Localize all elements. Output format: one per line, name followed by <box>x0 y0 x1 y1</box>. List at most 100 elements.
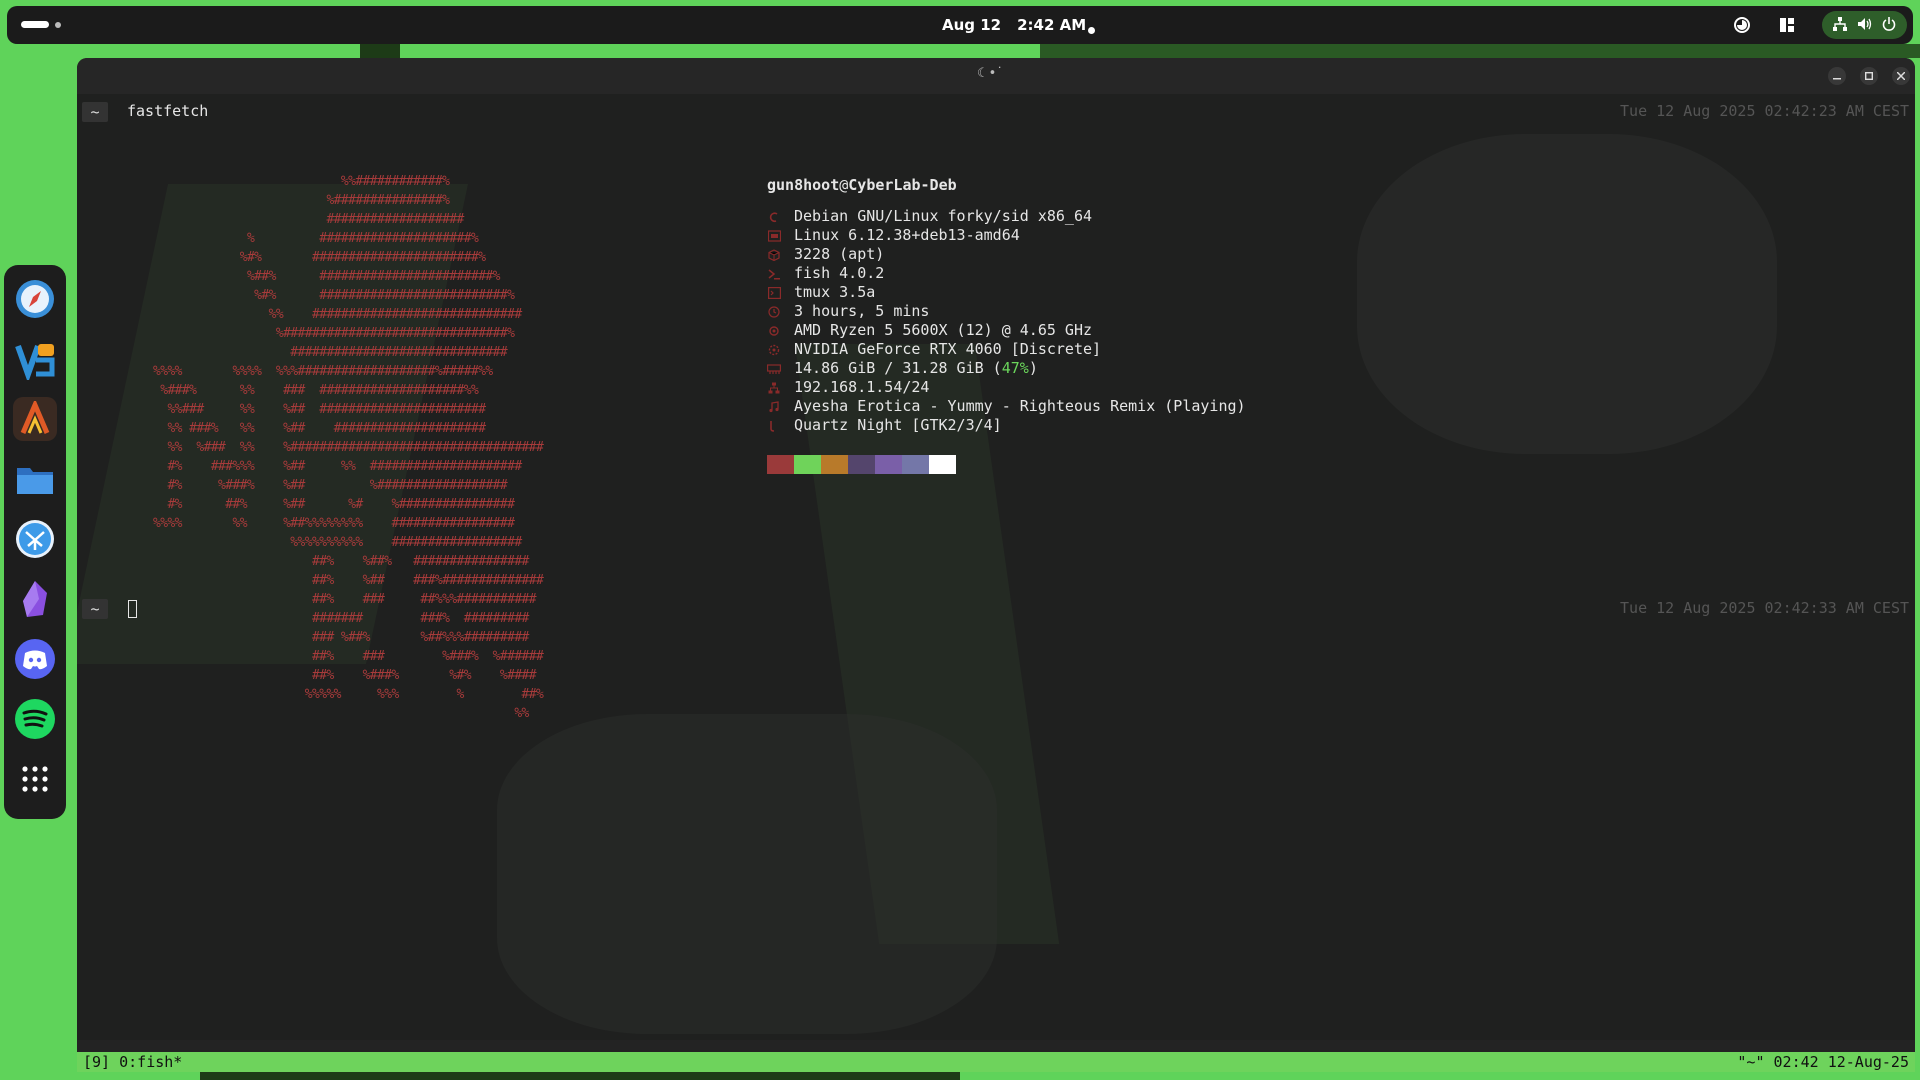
dock <box>4 265 66 819</box>
color-swatch <box>929 455 956 474</box>
minimize-icon <box>1833 78 1841 80</box>
network-wired-icon <box>1833 16 1847 35</box>
activities-button[interactable] <box>21 21 61 28</box>
info-row: Ayesha Erotica - Yummy - Righteous Remix… <box>767 397 1246 416</box>
minimize-button[interactable] <box>1828 67 1846 85</box>
color-swatch <box>902 455 929 474</box>
color-swatch <box>848 455 875 474</box>
maximize-button[interactable] <box>1860 67 1878 85</box>
wallpaper-stripe <box>1040 44 1920 58</box>
terminal-content[interactable]: ~ fastfetch Tue 12 Aug 2025 02:42:23 AM … <box>77 94 1915 1040</box>
compass-icon <box>16 280 54 318</box>
info-row: Linux 6.12.38+deb13-amd64 <box>767 226 1246 245</box>
app-grid-icon <box>22 766 48 792</box>
info-value: fish 4.0.2 <box>794 264 885 282</box>
tmux-window-list[interactable]: [9] 0:fish* <box>83 1053 182 1071</box>
tmux-status-right: "~" 02:42 12-Aug-25 <box>1737 1053 1909 1071</box>
kernel-icon <box>767 229 781 243</box>
terminal-headerbar[interactable]: ☾•˙ <box>77 58 1915 94</box>
dock-app-obsidian[interactable] <box>13 577 57 621</box>
info-value: Debian GNU/Linux forky/sid x86_64 <box>794 207 1093 225</box>
wallpaper-stripe <box>360 44 400 58</box>
power-icon <box>1882 16 1896 35</box>
info-value: Quartz Night [GTK2/3/4] <box>794 416 1002 434</box>
info-value: Linux 6.12.38+deb13-amd64 <box>794 226 1020 244</box>
hostname: CyberLab-Deb <box>848 176 957 194</box>
music-note-icon <box>767 400 781 414</box>
clock-date: Aug 12 <box>942 16 1002 34</box>
color-swatch <box>821 455 848 474</box>
dock-app-browser[interactable] <box>13 277 57 321</box>
clock-time: 2:42 AM <box>1017 16 1087 34</box>
background-art <box>1357 134 1777 454</box>
shell-icon <box>767 267 781 281</box>
volume-icon <box>1857 16 1872 35</box>
show-apps-button[interactable] <box>13 757 57 801</box>
folder-icon <box>17 468 53 494</box>
package-icon <box>767 248 781 262</box>
terminal-window[interactable]: ☾•˙ ~ fastfetch Tue 12 Aug 2025 02:42:23… <box>77 58 1915 1072</box>
dock-app-discord[interactable] <box>13 637 57 681</box>
info-value: tmux 3.5a <box>794 283 876 301</box>
prompt-directory: ~ <box>82 599 108 619</box>
info-value: 192.168.1.54/24 <box>794 378 930 396</box>
layout-icon[interactable] <box>1777 15 1797 35</box>
terminal-a-icon <box>20 401 50 434</box>
close-button[interactable] <box>1892 67 1910 85</box>
info-row: NVIDIA GeForce RTX 4060 [Discrete] <box>767 340 1246 359</box>
kde-icon <box>16 520 54 558</box>
notification-dot <box>1088 27 1095 34</box>
clock[interactable]: Aug 12 2:42 AM <box>942 16 1086 34</box>
spotify-icon <box>15 699 55 739</box>
dock-app-files[interactable] <box>13 457 57 501</box>
clock-icon <box>767 305 781 319</box>
prompt-timestamp: Tue 12 Aug 2025 02:42:23 AM CEST <box>1620 102 1909 120</box>
username: gun8hoot <box>767 176 840 194</box>
at-sign: @ <box>839 176 849 194</box>
obsidian-icon <box>23 581 47 617</box>
user-host: gun8hoot @ CyberLab-Deb <box>767 176 1246 195</box>
info-row: Debian GNU/Linux forky/sid x86_64 <box>767 207 1246 226</box>
top-bar: Aug 12 2:42 AM <box>7 6 1913 44</box>
dock-app-code-editor[interactable] <box>13 337 57 381</box>
code-editor-icon <box>15 344 55 380</box>
window-title: ☾•˙ <box>977 66 1003 81</box>
timer-icon[interactable] <box>1732 15 1752 35</box>
dock-app-spotify[interactable] <box>13 697 57 741</box>
workspace-indicator-active <box>21 21 49 28</box>
info-value-suffix: ) <box>1028 359 1038 377</box>
system-menu[interactable] <box>1822 11 1907 39</box>
info-row: AMD Ryzen 5 5600X (12) @ 4.65 GHz <box>767 321 1246 340</box>
memory-percent: 47% <box>1001 359 1029 377</box>
terminal-icon <box>767 286 781 300</box>
network-icon <box>767 381 781 395</box>
color-swatch <box>875 455 902 474</box>
dock-app-kde-connect[interactable] <box>13 517 57 561</box>
workspace-indicator <box>55 21 61 28</box>
dock-app-alacritty[interactable] <box>13 397 57 441</box>
memory-icon <box>767 362 781 376</box>
color-swatch <box>767 455 794 474</box>
info-row: fish 4.0.2 <box>767 264 1246 283</box>
close-icon <box>1897 72 1905 80</box>
info-list: Debian GNU/Linux forky/sid x86_64 Linux 6… <box>767 207 1246 435</box>
info-row: Quartz Night [GTK2/3/4] <box>767 416 1246 435</box>
debian-ascii-logo: %%############% %###############% ######… <box>153 174 544 721</box>
color-palette <box>767 455 1246 474</box>
info-row: 3228 (apt) <box>767 245 1246 264</box>
info-value: 14.86 GiB / 31.28 GiB ( <box>794 359 1002 377</box>
prompt-timestamp: Tue 12 Aug 2025 02:42:33 AM CEST <box>1620 599 1909 617</box>
color-swatch <box>794 455 821 474</box>
info-row: 192.168.1.54/24 <box>767 378 1246 397</box>
info-value: Ayesha Erotica - Yummy - Righteous Remix… <box>794 397 1246 415</box>
info-value: 3228 (apt) <box>794 245 885 263</box>
background-art <box>497 714 997 1034</box>
text-cursor <box>128 600 137 618</box>
wallpaper-stripe <box>200 1072 960 1080</box>
cpu-icon <box>767 324 781 338</box>
info-row: 3 hours, 5 mins <box>767 302 1246 321</box>
tmux-status-bar: [9] 0:fish* "~" 02:42 12-Aug-25 <box>77 1052 1915 1072</box>
info-row: 14.86 GiB / 31.28 GiB (47%) <box>767 359 1246 378</box>
gpu-icon <box>767 343 781 357</box>
fastfetch-info: gun8hoot @ CyberLab-Deb Debian GNU/Linux f… <box>767 176 1246 474</box>
